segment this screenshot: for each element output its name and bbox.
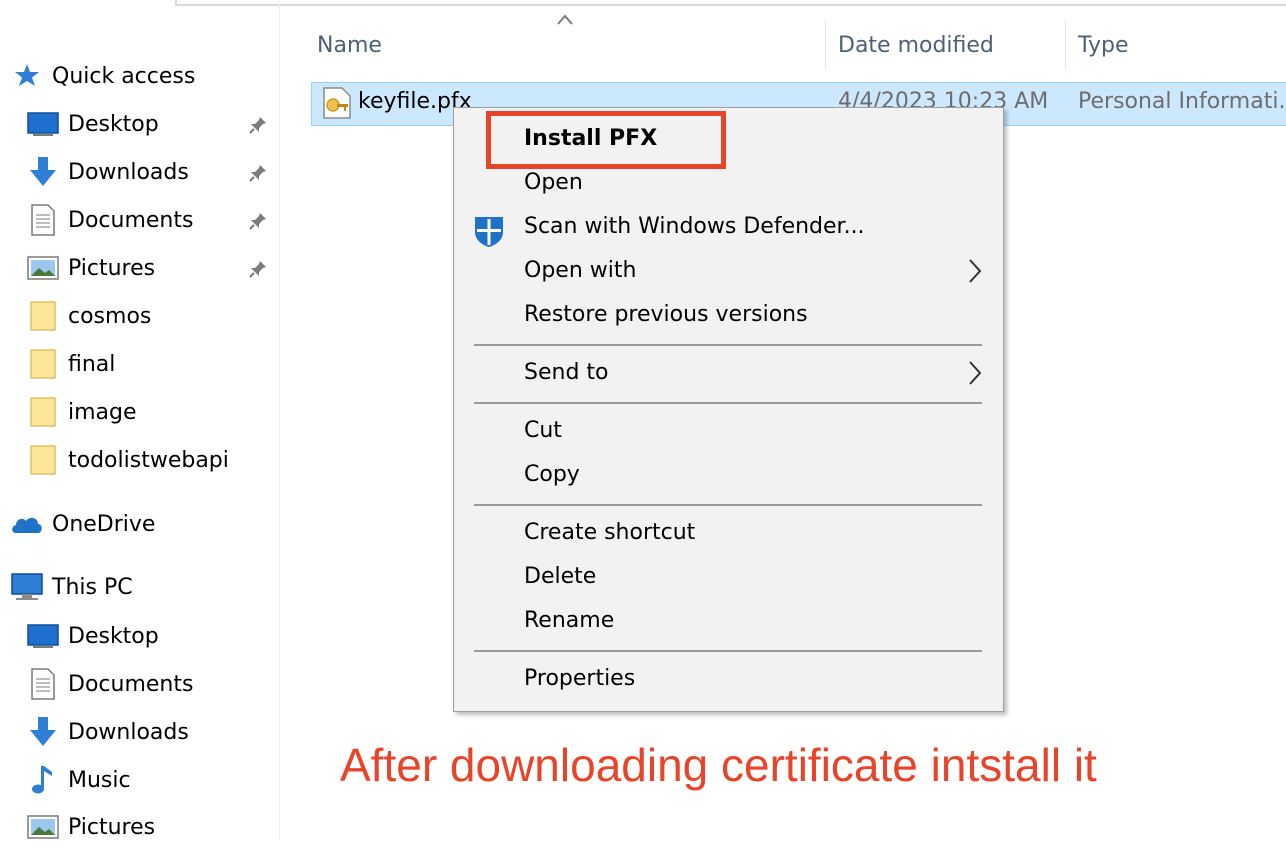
nav-label: Pictures: [68, 255, 156, 281]
nav-folder-image[interactable]: image: [26, 392, 137, 432]
download-icon: [26, 155, 60, 189]
annotation-highlight-box: [486, 111, 726, 169]
menu-separator: [474, 344, 982, 346]
column-separator[interactable]: [1065, 20, 1066, 70]
star-icon: [12, 59, 42, 93]
menu-item-cut[interactable]: Cut: [524, 418, 562, 443]
nav-label: Documents: [68, 207, 194, 233]
nav-label: Desktop: [68, 623, 159, 649]
cloud-icon: [10, 507, 44, 541]
nav-pc-desktop[interactable]: Desktop: [26, 616, 159, 656]
desktop-icon: [26, 619, 60, 653]
nav-quick-access[interactable]: Quick access: [12, 56, 195, 96]
nav-pictures-pinned[interactable]: Pictures: [26, 248, 155, 288]
nav-documents-pinned[interactable]: Documents: [26, 200, 193, 240]
nav-this-pc[interactable]: This PC: [10, 567, 133, 607]
pin-icon[interactable]: [246, 209, 270, 233]
pictures-icon: [26, 810, 60, 844]
nav-label: cosmos: [68, 303, 152, 329]
folder-icon: [26, 299, 60, 333]
column-header-label: Name: [317, 32, 382, 58]
nav-label: This PC: [52, 574, 133, 600]
nav-label: Pictures: [68, 814, 156, 840]
download-icon: [26, 715, 60, 749]
nav-label: Quick access: [52, 63, 196, 89]
address-bar-edge: [175, 0, 1286, 6]
nav-pc-downloads[interactable]: Downloads: [26, 712, 189, 752]
nav-label: Desktop: [68, 111, 159, 137]
menu-item-open[interactable]: Open: [524, 170, 583, 195]
submenu-arrow-icon: [969, 361, 982, 385]
nav-downloads-pinned[interactable]: Downloads: [26, 152, 189, 192]
nav-folder-final[interactable]: final: [26, 344, 115, 384]
file-type: Personal Informati...: [1078, 89, 1286, 114]
nav-onedrive[interactable]: OneDrive: [10, 504, 155, 544]
menu-item-rename[interactable]: Rename: [524, 608, 614, 633]
menu-item-copy[interactable]: Copy: [524, 462, 580, 487]
annotation-caption: After downloading certificate intstall i…: [340, 739, 1097, 791]
menu-separator: [474, 650, 982, 652]
nav-label: image: [68, 399, 137, 425]
folder-icon: [26, 347, 60, 381]
nav-label: final: [68, 351, 116, 377]
menu-item-scan-defender[interactable]: Scan with Windows Defender...: [524, 214, 865, 239]
pictures-icon: [26, 251, 60, 285]
pin-icon[interactable]: [246, 113, 270, 137]
column-header-label: Type: [1078, 32, 1129, 58]
column-separator[interactable]: [825, 20, 826, 70]
nav-label: Downloads: [68, 159, 189, 185]
certificate-file-icon: [323, 87, 351, 119]
nav-folder-cosmos[interactable]: cosmos: [26, 296, 151, 336]
menu-item-properties[interactable]: Properties: [524, 666, 635, 691]
menu-separator: [474, 504, 982, 506]
nav-label: Music: [68, 767, 131, 793]
menu-item-restore-versions[interactable]: Restore previous versions: [524, 302, 808, 327]
column-header-type[interactable]: Type: [1078, 20, 1278, 70]
windows-defender-shield-icon: [475, 217, 503, 247]
menu-item-delete[interactable]: Delete: [524, 564, 596, 589]
nav-label: Downloads: [68, 719, 189, 745]
menu-item-create-shortcut[interactable]: Create shortcut: [524, 520, 695, 545]
submenu-arrow-icon: [969, 259, 982, 283]
nav-label: Documents: [68, 671, 194, 697]
document-icon: [26, 667, 60, 701]
menu-item-send-to[interactable]: Send to: [524, 360, 609, 385]
computer-icon: [10, 570, 44, 604]
sidebar-divider: [279, 0, 280, 840]
nav-pc-music[interactable]: Music: [26, 760, 131, 800]
nav-folder-todolistwebapi[interactable]: todolistwebapi: [26, 440, 229, 480]
pin-icon[interactable]: [246, 257, 270, 281]
nav-label: OneDrive: [52, 511, 156, 537]
folder-icon: [26, 443, 60, 477]
document-icon: [26, 203, 60, 237]
pin-icon[interactable]: [246, 161, 270, 185]
column-header-date-modified[interactable]: Date modified: [838, 20, 1063, 70]
desktop-icon: [26, 107, 60, 141]
menu-item-open-with[interactable]: Open with: [524, 258, 636, 283]
column-header-label: Date modified: [838, 32, 994, 58]
nav-desktop-pinned[interactable]: Desktop: [26, 104, 159, 144]
folder-icon: [26, 395, 60, 429]
nav-pc-documents[interactable]: Documents: [26, 664, 193, 704]
menu-separator: [474, 402, 982, 404]
nav-label: todolistwebapi: [68, 447, 229, 473]
column-header-name[interactable]: Name: [317, 20, 822, 70]
music-icon: [26, 763, 60, 797]
context-menu: Install PFX Open Scan with Windows Defen…: [453, 107, 1004, 712]
nav-pc-pictures[interactable]: Pictures: [26, 807, 155, 847]
